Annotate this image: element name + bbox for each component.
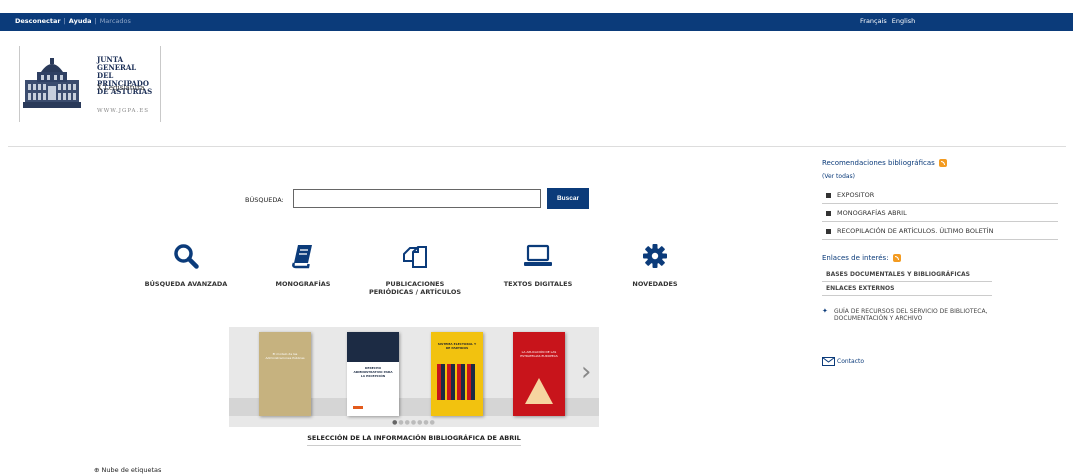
quick-link-label: NOVEDADES <box>632 280 678 288</box>
recommendation-item[interactable]: MONOGRAFÍAS ABRIL <box>822 206 1058 222</box>
recommendation-item[interactable]: RECOPILACIÓN DE ARTÍCULOS. ÚLTIMO BOLETÍ… <box>822 224 1058 240</box>
lang-fr-link[interactable]: Français <box>860 17 887 25</box>
book-icon <box>292 245 312 269</box>
envelope-icon <box>822 357 835 366</box>
book-cover[interactable]: El modelo de las Administraciones Públic… <box>259 332 311 416</box>
search-input[interactable] <box>293 189 541 208</box>
search-label: BÚSQUEDA: <box>245 196 284 204</box>
quick-link-label: BÚSQUEDA AVANZADA <box>144 280 228 288</box>
interest-link[interactable]: BASES DOCUMENTALES Y BIBLIOGRÁFICAS <box>822 269 992 282</box>
book-carousel: El modelo de las Administraciones Públic… <box>229 327 599 427</box>
language-links: Français English <box>860 17 920 25</box>
interest-link[interactable]: ENLACES EXTERNOS <box>822 283 992 296</box>
recommendation-item[interactable]: EXPOSITOR <box>822 188 1058 204</box>
quick-link-digital-texts[interactable]: TEXTOS DIGITALES <box>483 243 593 288</box>
divider <box>8 146 1066 147</box>
lang-en-link[interactable]: English <box>892 17 915 25</box>
rss-icon[interactable] <box>938 159 947 167</box>
see-all-link[interactable]: (Ver todas) <box>822 173 855 180</box>
book-cover[interactable]: DERECHO ADMINISTRATIVO PARA LA EXCEPCIÓN <box>347 332 399 416</box>
square-bullet-icon <box>826 192 831 198</box>
tag-cloud-toggle[interactable]: ⊕ Nube de etiquetas <box>94 466 161 474</box>
quick-link-news[interactable]: NOVEDADES <box>600 243 710 288</box>
legislature-label: X Legislatura <box>97 84 145 92</box>
institution-logo[interactable]: JUNTA GENERAL DEL PRINCIPADO DE ASTURIAS… <box>19 46 161 122</box>
search-button[interactable]: Buscar <box>547 188 589 209</box>
laptop-icon <box>524 244 552 266</box>
copy-icon <box>403 246 427 268</box>
quick-link-monographs[interactable]: MONOGRAFÍAS <box>248 243 358 288</box>
carousel-caption-link[interactable]: SELECCIÓN DE LA INFORMACIÓN BIBLIOGRÁFIC… <box>307 432 521 446</box>
rss-icon[interactable] <box>892 254 901 262</box>
carousel-next-arrow[interactable]: › <box>581 357 591 387</box>
logo-url: WWW.JGPA.ES <box>97 108 150 114</box>
parliament-building-icon <box>23 58 81 108</box>
quick-link-label: TEXTOS DIGITALES <box>503 280 573 288</box>
quick-link-label: PUBLICACIONES PERIÓDICAS / ARTÍCULOS <box>368 280 462 296</box>
square-bullet-icon <box>826 210 831 216</box>
gear-icon <box>643 244 667 268</box>
pin-icon: ✦ <box>822 307 828 315</box>
resource-guide-link[interactable]: ✦ GUÍA DE RECURSOS DEL SERVICIO DE BIBLI… <box>822 307 1052 323</box>
book-cover[interactable]: SISTEMA ELECTORAL Y DE PARTIDOS <box>431 332 483 416</box>
quick-link-advanced-search[interactable]: BÚSQUEDA AVANZADA <box>131 243 241 288</box>
book-cover[interactable]: LA APLICACIÓN DE LAS ESTRATEGIAS EUROPEA… <box>513 332 565 416</box>
contact-link[interactable]: Contacto <box>822 357 864 366</box>
carousel-dot[interactable]: ● <box>430 419 436 426</box>
separator: | <box>94 17 97 25</box>
quick-link-label: MONOGRAFÍAS <box>275 280 331 288</box>
carousel-pagination: ●●●●●●● <box>229 419 599 426</box>
help-link[interactable]: Ayuda <box>69 17 92 25</box>
quick-link-periodicals[interactable]: PUBLICACIONES PERIÓDICAS / ARTÍCULOS <box>360 243 470 296</box>
recommendations-title: Recomendaciones bibliográficas <box>822 159 947 167</box>
links-title: Enlaces de interés: <box>822 254 901 262</box>
square-bullet-icon <box>826 228 831 234</box>
top-bar: Desconectar | Ayuda | Marcados Français Engli… <box>0 13 1073 31</box>
bookmarks-link[interactable]: Marcados <box>100 17 131 25</box>
user-links: Desconectar | Ayuda | Marcados <box>15 17 131 25</box>
logout-link[interactable]: Desconectar <box>15 17 61 25</box>
separator: | <box>63 17 66 25</box>
search-icon <box>174 244 199 269</box>
